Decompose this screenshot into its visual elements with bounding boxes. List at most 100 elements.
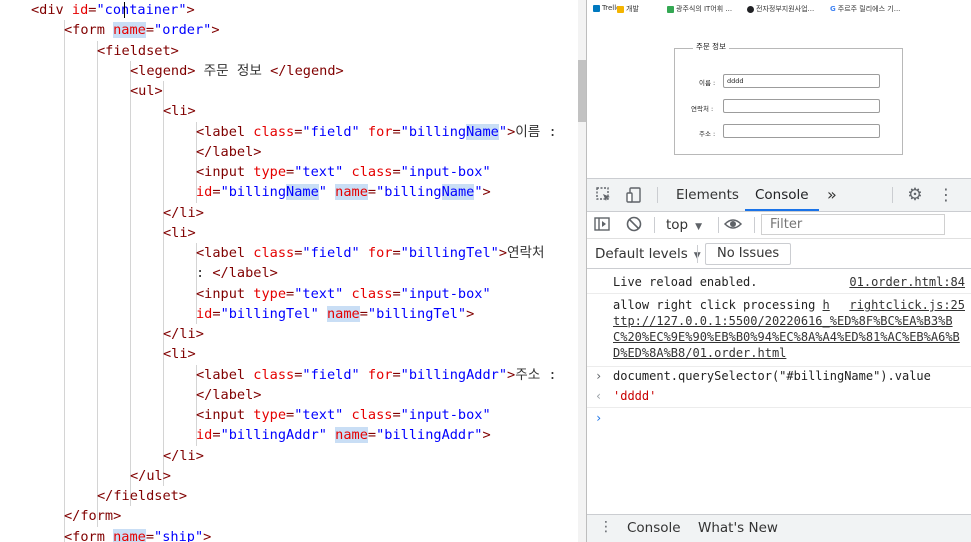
devtools-drawer: ⋮ Console What's New xyxy=(587,514,971,542)
bookmarks-bar: Trello 개발 광주식의 IT어휘 ... 전자정부지원사업... G 주르주… xyxy=(587,0,971,18)
text-cursor xyxy=(124,2,125,18)
code-token: > xyxy=(482,184,491,201)
devtools-tabbar: Elements Console » ⚙ ⋮ xyxy=(587,178,971,212)
drawer-tab-console[interactable]: Console xyxy=(627,520,681,536)
dropdown-arrow-icon: ▼ xyxy=(695,222,703,232)
code-line: id="billingAddr" name="billingAddr"> xyxy=(196,425,491,445)
code-line: </li> xyxy=(163,203,204,223)
code-token: = xyxy=(392,123,401,140)
code-token: "billingAddr" xyxy=(376,427,483,444)
code-line: <label class="field" for="billingName">이… xyxy=(196,122,557,142)
code-line: <legend> 주문 정보 </legend> xyxy=(130,61,344,81)
code-line: <li> xyxy=(163,223,196,243)
code-line: </label> xyxy=(196,142,261,162)
live-expression-eye-icon[interactable] xyxy=(723,215,743,233)
code-token: type xyxy=(253,285,287,302)
code-token: name xyxy=(326,305,360,322)
url-link[interactable]: ttp://127.0.0.1:5500/20220616_%ED%8F%BC%… xyxy=(613,313,953,329)
source-link[interactable]: 01.order.html:84 xyxy=(849,274,965,290)
code-line: <input type="text" class="input-box" xyxy=(196,162,491,182)
device-toolbar-icon[interactable] xyxy=(625,186,643,204)
code-token: type xyxy=(253,164,287,180)
filter-input[interactable]: Filter xyxy=(761,214,945,235)
billing-name-input[interactable]: dddd xyxy=(723,74,880,88)
drawer-tab-whats-new[interactable]: What's New xyxy=(698,520,778,536)
code-token: "text" xyxy=(294,285,344,302)
toggle-sidebar-icon[interactable] xyxy=(593,215,611,233)
name-label: 이름 : xyxy=(699,79,716,87)
billing-tel-input[interactable] xyxy=(723,99,880,113)
code-line: </ul> xyxy=(130,466,171,486)
code-line: <li> xyxy=(163,344,196,364)
code-token: = xyxy=(359,305,368,322)
code-line: <label class="field" for="billingAddr">주… xyxy=(196,365,557,385)
inspect-element-icon[interactable] xyxy=(595,186,613,204)
source-link[interactable]: rightclick.js:25 xyxy=(849,297,965,313)
code-line: </li> xyxy=(163,446,204,466)
code-token: name xyxy=(113,528,146,542)
code-token: <form xyxy=(64,528,114,542)
code-token: class xyxy=(253,245,295,261)
separator xyxy=(697,245,698,263)
code-token: <label xyxy=(196,245,254,261)
code-token: </legend> xyxy=(270,62,344,79)
bookmark-folder[interactable]: 개발 xyxy=(617,4,639,14)
code-token: > xyxy=(507,366,516,383)
code-token: for xyxy=(367,245,393,261)
bookmark-google[interactable]: G 주르주 릴리에스 기... xyxy=(830,4,900,14)
bookmark-egov[interactable]: 전자정부지원사업... xyxy=(747,4,814,14)
code-line: </label> xyxy=(196,385,261,405)
trello-icon xyxy=(593,4,600,12)
code-token: = xyxy=(392,407,401,423)
code-line: </fieldset> xyxy=(97,486,187,506)
code-line: id="billingTel" name="billingTel"> xyxy=(196,304,474,324)
code-token: </li> xyxy=(163,204,204,221)
code-token: "billing xyxy=(376,184,442,201)
code-token: name xyxy=(335,427,368,444)
gear-icon[interactable]: ⚙ xyxy=(906,186,924,204)
tab-console[interactable]: Console xyxy=(745,179,819,211)
code-token: "billingAddr" xyxy=(400,366,508,383)
more-tabs-button[interactable]: » xyxy=(827,179,837,211)
code-token: "input-box" xyxy=(400,285,491,302)
code-token: <label xyxy=(196,366,254,383)
url-link[interactable]: h xyxy=(823,298,830,312)
drawer-menu-icon[interactable]: ⋮ xyxy=(599,519,613,535)
code-token: <form xyxy=(64,22,114,39)
editor-scrollbar-thumb[interactable] xyxy=(578,60,586,122)
console-prompt[interactable]: › xyxy=(587,408,971,428)
editor-scrollbar[interactable] xyxy=(578,0,586,542)
code-token: = xyxy=(212,184,221,201)
code-token: " xyxy=(498,123,508,140)
console-output[interactable]: Live reload enabled. 01.order.html:84 al… xyxy=(587,269,971,514)
clear-console-icon[interactable] xyxy=(625,215,643,233)
code-token: > xyxy=(203,528,212,542)
order-fieldset: 주문 정보 이름 : dddd 연락처 : 주소 : xyxy=(674,41,903,155)
code-token: = xyxy=(367,427,377,444)
code-token: <div xyxy=(31,2,72,18)
code-token: = xyxy=(286,407,295,423)
issues-button[interactable]: No Issues xyxy=(705,243,792,265)
tab-elements[interactable]: Elements xyxy=(676,179,739,211)
code-line: <form name="order"> xyxy=(64,20,220,40)
console-levels-bar: Default levels▼ No Issues xyxy=(587,239,971,269)
log-levels-dropdown[interactable]: Default levels▼ xyxy=(595,246,701,262)
url-link[interactable]: C%20%EC%9E%90%EB%B0%94%EC%8A%A4%ED%81%AC… xyxy=(613,329,960,345)
indent-guide xyxy=(97,40,98,527)
code-token: </li> xyxy=(163,447,204,464)
url-link[interactable]: D%ED%8A%B8/01.order.html xyxy=(613,345,786,361)
billing-addr-input[interactable] xyxy=(723,124,880,138)
console-result: ‹ 'dddd' xyxy=(587,387,971,408)
code-token: = xyxy=(212,427,221,444)
code-token: > xyxy=(466,305,475,322)
code-token: 주소 : xyxy=(515,366,557,383)
more-options-icon[interactable]: ⋮ xyxy=(937,186,955,204)
code-token: = xyxy=(145,22,155,39)
context-selector[interactable]: top ▼ xyxy=(666,217,702,233)
bookmark-it-blog[interactable]: 광주식의 IT어휘 ... xyxy=(667,4,732,14)
code-editor[interactable]: <div id="container"> <form name="order"> <… xyxy=(0,0,578,542)
code-token: "field" xyxy=(302,245,360,261)
